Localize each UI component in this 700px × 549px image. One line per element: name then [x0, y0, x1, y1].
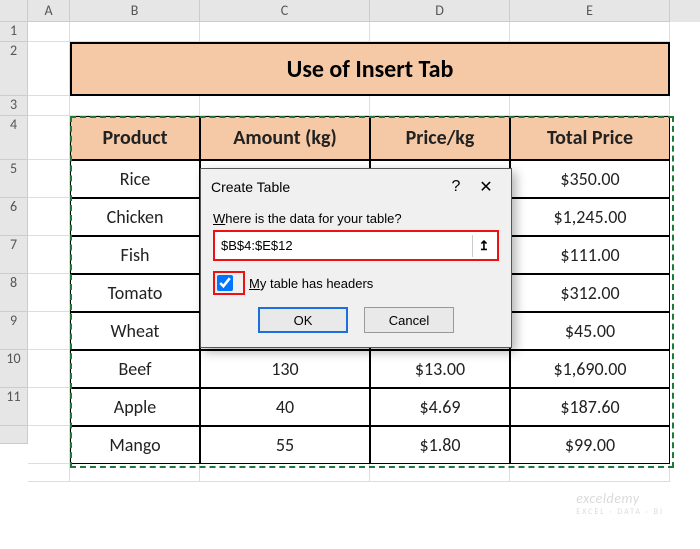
where-label: WWhere is the data for your table?here i…: [213, 211, 499, 226]
cell-A7[interactable]: [28, 236, 70, 274]
row-header-1[interactable]: 1: [0, 22, 28, 42]
cell-A11[interactable]: [28, 388, 70, 426]
row-header-12[interactable]: [0, 426, 28, 444]
ok-button[interactable]: OK: [258, 307, 348, 333]
watermark: exceldemy EXCEL · DATA · BI: [576, 490, 664, 517]
column-header-row: A B C D E: [0, 0, 700, 22]
row-header-4[interactable]: 4: [0, 116, 28, 160]
cell-B1[interactable]: [70, 22, 200, 42]
range-input[interactable]: [217, 234, 472, 257]
cell-B13[interactable]: [70, 464, 200, 482]
cell-A3[interactable]: [28, 96, 70, 116]
cell-C3[interactable]: [200, 96, 370, 116]
col-header-C[interactable]: C: [200, 0, 370, 22]
dialog-titlebar[interactable]: Create Table ? ✕: [201, 169, 511, 205]
row-header-6[interactable]: 6: [0, 198, 28, 236]
cell-D3[interactable]: [370, 96, 510, 116]
cell-product[interactable]: Apple: [70, 388, 200, 426]
cell-A6[interactable]: [28, 198, 70, 236]
headers-checkbox-row: My table has headers My table has header…: [213, 271, 499, 295]
col-header-A[interactable]: A: [28, 0, 70, 22]
cell-price[interactable]: $1.80: [370, 426, 510, 464]
cell-product[interactable]: Wheat: [70, 312, 200, 350]
cell-A8[interactable]: [28, 274, 70, 312]
row-header-3[interactable]: 3: [0, 96, 28, 116]
cell-A4[interactable]: [28, 116, 70, 160]
create-table-dialog: Create Table ? ✕ WWhere is the data for …: [200, 168, 512, 348]
cell-A2[interactable]: [28, 42, 70, 96]
range-input-box: ↥: [213, 230, 499, 261]
cell-C1[interactable]: [200, 22, 370, 42]
col-header-E[interactable]: E: [510, 0, 670, 22]
close-icon[interactable]: ✕: [471, 177, 501, 197]
cell-total[interactable]: $1,245.00: [510, 198, 670, 236]
row-header-8[interactable]: 8: [0, 274, 28, 312]
cell-D13[interactable]: [370, 464, 510, 482]
row-header-10[interactable]: 10: [0, 350, 28, 388]
dialog-title-text: Create Table: [211, 179, 290, 195]
header-price[interactable]: Price/kg: [370, 116, 510, 160]
headers-checkbox-label: My table has headers: [249, 276, 373, 291]
col-header-D[interactable]: D: [370, 0, 510, 22]
cell-A10[interactable]: [28, 350, 70, 388]
row-header-7[interactable]: 7: [0, 236, 28, 274]
cell-product[interactable]: Mango: [70, 426, 200, 464]
cell-product[interactable]: Beef: [70, 350, 200, 388]
select-all-corner[interactable]: [0, 0, 28, 22]
cell-B3[interactable]: [70, 96, 200, 116]
help-icon[interactable]: ?: [441, 178, 471, 196]
cell-amount[interactable]: 55: [200, 426, 370, 464]
cell-A13[interactable]: [28, 464, 70, 482]
row-header-column: 1 2 3 4 5 6 7 8 9 10 11: [0, 22, 28, 444]
cell-price[interactable]: $13.00: [370, 350, 510, 388]
cell-total[interactable]: $1,690.00: [510, 350, 670, 388]
cell-C13[interactable]: [200, 464, 370, 482]
cell-total[interactable]: $99.00: [510, 426, 670, 464]
cell-total[interactable]: $312.00: [510, 274, 670, 312]
cancel-button[interactable]: Cancel: [364, 307, 454, 333]
dialog-body: WWhere is the data for your table?here i…: [201, 205, 511, 347]
cell-product[interactable]: Fish: [70, 236, 200, 274]
col-header-B[interactable]: B: [70, 0, 200, 22]
cell-amount[interactable]: 130: [200, 350, 370, 388]
cell-total[interactable]: $187.60: [510, 388, 670, 426]
header-product[interactable]: Product: [70, 116, 200, 160]
cell-total[interactable]: $350.00: [510, 160, 670, 198]
row-header-9[interactable]: 9: [0, 312, 28, 350]
cell-product[interactable]: Rice: [70, 160, 200, 198]
title-cell[interactable]: Use of Insert Tab: [70, 42, 670, 96]
headers-checkbox[interactable]: [217, 275, 233, 291]
header-total[interactable]: Total Price: [510, 116, 670, 160]
cell-A12[interactable]: [28, 426, 70, 464]
cell-product[interactable]: Tomato: [70, 274, 200, 312]
spreadsheet-viewport: A B C D E 1 2 3 4 5 6 7 8 9 10 11 Use of…: [0, 0, 700, 549]
cell-amount[interactable]: 40: [200, 388, 370, 426]
cell-A1[interactable]: [28, 22, 70, 42]
range-picker-icon[interactable]: ↥: [472, 235, 495, 257]
cell-E13[interactable]: [510, 464, 670, 482]
cell-D1[interactable]: [370, 22, 510, 42]
cell-product[interactable]: Chicken: [70, 198, 200, 236]
row-header-5[interactable]: 5: [0, 160, 28, 198]
dialog-buttons: OK Cancel: [213, 307, 499, 333]
cell-A5[interactable]: [28, 160, 70, 198]
cell-total[interactable]: $45.00: [510, 312, 670, 350]
cell-E1[interactable]: [510, 22, 670, 42]
row-header-2[interactable]: 2: [0, 42, 28, 96]
row-header-11[interactable]: 11: [0, 388, 28, 426]
header-amount[interactable]: Amount (kg): [200, 116, 370, 160]
cell-total[interactable]: $111.00: [510, 236, 670, 274]
cell-price[interactable]: $4.69: [370, 388, 510, 426]
cell-A9[interactable]: [28, 312, 70, 350]
cell-E3[interactable]: [510, 96, 670, 116]
